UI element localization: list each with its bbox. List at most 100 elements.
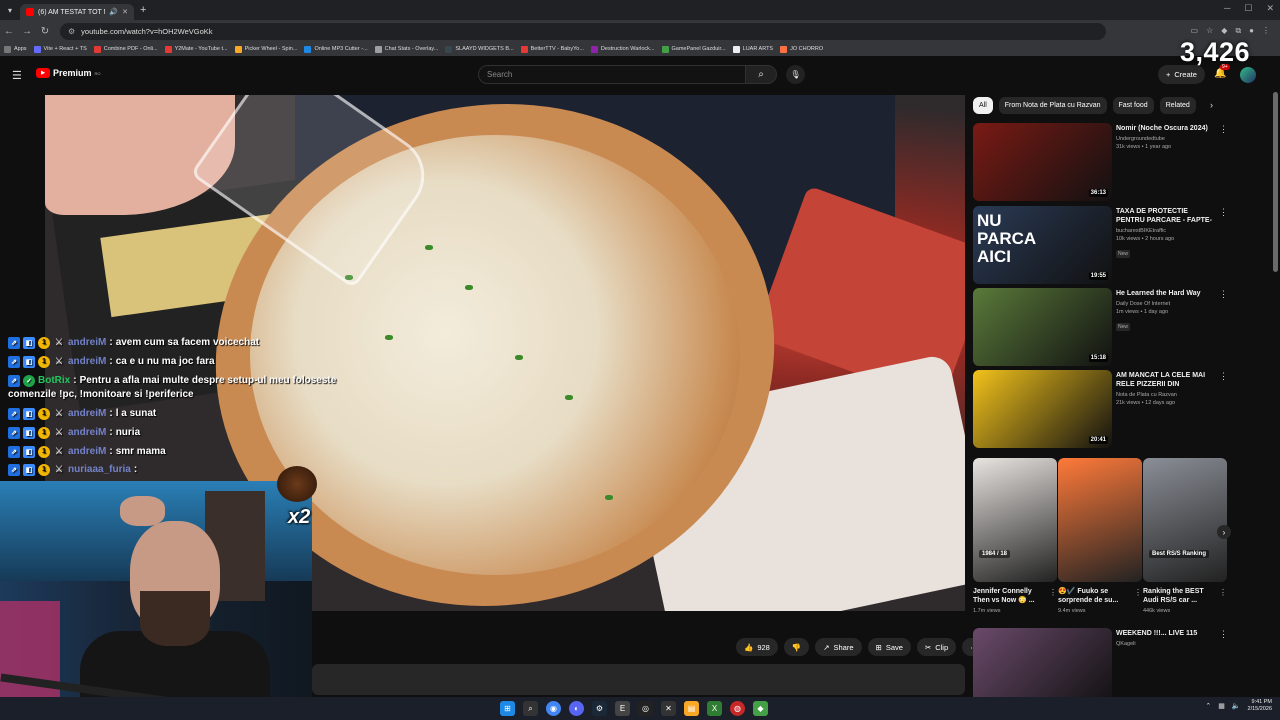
video-menu-icon[interactable]: ⋮ [1219, 207, 1228, 218]
video-menu-icon[interactable]: ⋮ [1219, 371, 1228, 382]
share-button[interactable]: ↗ Share [815, 638, 862, 656]
short-video[interactable]: 1984 / 18 Jennifer Connelly Then vs Now 😳… [973, 458, 1057, 614]
hamburger-menu-icon[interactable]: ☰ [12, 69, 22, 82]
video-title[interactable]: TAXA DE PROTECTIE PENTRU PARCARE - FAPTE… [1116, 207, 1216, 225]
excel-icon[interactable]: X [707, 701, 722, 716]
video-menu-icon[interactable]: ⋮ [1219, 124, 1228, 135]
address-bar[interactable]: ⚙ youtube.com/watch?v=hOH2WeVGoKk [60, 22, 1106, 40]
short-title[interactable]: Ranking the BEST Audi RS/S car ... [1143, 587, 1219, 605]
video-title[interactable]: WEEKEND !!!... LIVE 115 [1116, 629, 1216, 638]
puzzle-icon[interactable]: ⧉ [1235, 26, 1241, 36]
reload-icon[interactable]: ↻ [36, 26, 54, 37]
short-thumbnail[interactable] [1058, 458, 1142, 582]
filter-chip[interactable]: All [973, 97, 993, 114]
description-box[interactable] [312, 664, 965, 695]
recommended-video[interactable]: 36:13 Nomir (Noche Oscura 2024) Undergroun… [973, 123, 1233, 201]
filter-chip[interactable]: Fast food [1112, 97, 1154, 114]
bookmark-item[interactable]: Apps [4, 45, 27, 53]
forward-icon[interactable]: → [18, 26, 36, 37]
windows-start-icon[interactable]: ⊞ [500, 701, 515, 716]
short-menu-icon[interactable]: ⋮ [1219, 588, 1227, 597]
notifications-button[interactable]: 🔔 9+ [1214, 64, 1230, 79]
bookmark-item[interactable]: Chat Stats - Overlay... [374, 45, 438, 53]
shorts-next-button[interactable]: › [1217, 525, 1231, 539]
video-thumbnail[interactable]: NU PARCA AICI 19:55 [973, 206, 1112, 284]
recommended-video[interactable]: 20:41 AM MANCAT LA CELE MAI RELE PIZZERII… [973, 370, 1233, 448]
video-thumbnail[interactable]: 15:18 [973, 288, 1112, 366]
voice-search-button[interactable]: 🎙 [786, 65, 805, 84]
short-video[interactable]: Best RS/S Ranking Ranking the BEST Audi R… [1143, 458, 1227, 614]
short-title[interactable]: Jennifer Connelly Then vs Now 😳 ... [973, 587, 1049, 605]
bookmark-item[interactable]: LUAR ARTS [732, 45, 773, 53]
app-icon[interactable]: ◍ [730, 701, 745, 716]
channel-name[interactable]: Nota de Plata cu Razvan [1116, 392, 1216, 398]
short-video[interactable]: 😍✔️ Fuuko se sorprende de su... 9.4m view… [1058, 458, 1142, 614]
save-button[interactable]: ⊞ Save [867, 638, 911, 656]
maximize-icon[interactable]: ☐ [1244, 3, 1252, 14]
discord-icon[interactable]: ◐ [569, 701, 584, 716]
chips-next-icon[interactable]: › [1210, 100, 1213, 110]
taskbar-search-icon[interactable]: ⌕ [523, 701, 538, 716]
bookmark-item[interactable]: Destruction Warlock... [590, 45, 655, 53]
filter-chip[interactable]: Related [1159, 97, 1196, 114]
file-explorer-icon[interactable]: ▤ [684, 701, 699, 716]
epic-games-icon[interactable]: E [615, 701, 630, 716]
page-scrollbar[interactable] [1273, 92, 1278, 272]
bookmark-item[interactable]: Vite + React + TS [33, 45, 87, 53]
channel-name[interactable]: bucharestBIKEtraffic [1116, 228, 1216, 234]
bookmark-item[interactable]: Combine PDF - Onli... [93, 45, 158, 53]
channel-name[interactable]: QKageli [1116, 641, 1216, 647]
taskbar-clock[interactable]: 9:41 PM 2/15/2026 [1248, 699, 1272, 713]
youtube-logo[interactable]: ▶ Premium RO [36, 68, 101, 78]
bookmark-item[interactable]: JO CHORRO [780, 45, 823, 53]
short-menu-icon[interactable]: ⋮ [1134, 588, 1142, 597]
short-title[interactable]: 😍✔️ Fuuko se sorprende de su... [1058, 587, 1134, 605]
steam-icon[interactable]: ⚙ [592, 701, 607, 716]
channel-name[interactable]: Undergroundedtube [1116, 136, 1216, 142]
short-thumbnail[interactable]: Best RS/S Ranking [1143, 458, 1227, 582]
account-avatar[interactable] [1240, 67, 1256, 83]
capcut-icon[interactable]: ✕ [661, 701, 676, 716]
search-button[interactable]: ⌕ [745, 65, 777, 84]
channel-name[interactable]: Daily Dose Of Internet [1116, 301, 1216, 307]
cast-icon[interactable]: ▭ [1191, 26, 1199, 36]
minimize-icon[interactable]: ─ [1224, 3, 1230, 14]
video-thumbnail[interactable]: 20:41 [973, 370, 1112, 448]
like-button[interactable]: 👍 928 [736, 638, 778, 656]
site-info-icon[interactable]: ⚙ [68, 27, 75, 36]
bookmark-item[interactable]: BetterTTV - BabyYo... [520, 45, 584, 53]
bookmark-item[interactable]: Online MP3 Cutter -... [304, 45, 368, 53]
video-title[interactable]: He Learned the Hard Way [1116, 289, 1216, 298]
recommended-video[interactable]: 15:18 He Learned the Hard Way Daily Dose O… [973, 288, 1233, 366]
video-thumbnail[interactable]: 36:13 [973, 123, 1112, 201]
tab-close-icon[interactable]: ✕ [122, 8, 128, 16]
audio-playing-icon[interactable]: 🔊 [109, 8, 118, 16]
network-icon[interactable]: ▦ [1218, 702, 1225, 710]
back-icon[interactable]: ← [0, 26, 18, 37]
recommended-video[interactable]: WEEKEND !!!... LIVE 115 QKageli [973, 628, 1233, 706]
volume-icon[interactable]: 🔈 [1232, 702, 1241, 710]
browser-tab-active[interactable]: (6) AM TESTAT TOT MENIUL... 🔊 ✕ [20, 4, 134, 20]
bookmark-item[interactable]: GamePanel Gazduir... [661, 45, 726, 53]
app-green-icon[interactable]: ◆ [753, 701, 768, 716]
search-input[interactable]: Search [478, 65, 746, 84]
new-tab-button[interactable]: + [140, 4, 146, 16]
obs-icon[interactable]: ◎ [638, 701, 653, 716]
close-window-icon[interactable]: ✕ [1266, 3, 1274, 14]
tray-chevron-icon[interactable]: ⌃ [1205, 702, 1211, 710]
profile-icon[interactable]: ● [1249, 26, 1254, 36]
bookmark-item[interactable]: SLAAYD WIDGETS B... [445, 45, 514, 53]
short-thumbnail[interactable]: 1984 / 18 [973, 458, 1057, 582]
bookmark-star-icon[interactable]: ☆ [1206, 26, 1213, 36]
clip-button[interactable]: ✂ Clip [916, 638, 957, 656]
bookmark-item[interactable]: Y2Mate - YouTube t... [164, 45, 228, 53]
short-menu-icon[interactable]: ⋮ [1049, 588, 1057, 597]
recommended-video[interactable]: NU PARCA AICI 19:55 TAXA DE PROTECTIE PENT… [973, 206, 1233, 284]
video-title[interactable]: Nomir (Noche Oscura 2024) [1116, 124, 1216, 133]
tab-list-button[interactable]: ▾ [0, 0, 20, 20]
extension-icon[interactable]: ◆ [1221, 26, 1227, 36]
menu-dots-icon[interactable]: ⋮ [1262, 26, 1270, 36]
video-thumbnail[interactable] [973, 628, 1112, 706]
video-menu-icon[interactable]: ⋮ [1219, 289, 1228, 300]
bookmark-item[interactable]: Picker Wheel - Spin... [234, 45, 297, 53]
